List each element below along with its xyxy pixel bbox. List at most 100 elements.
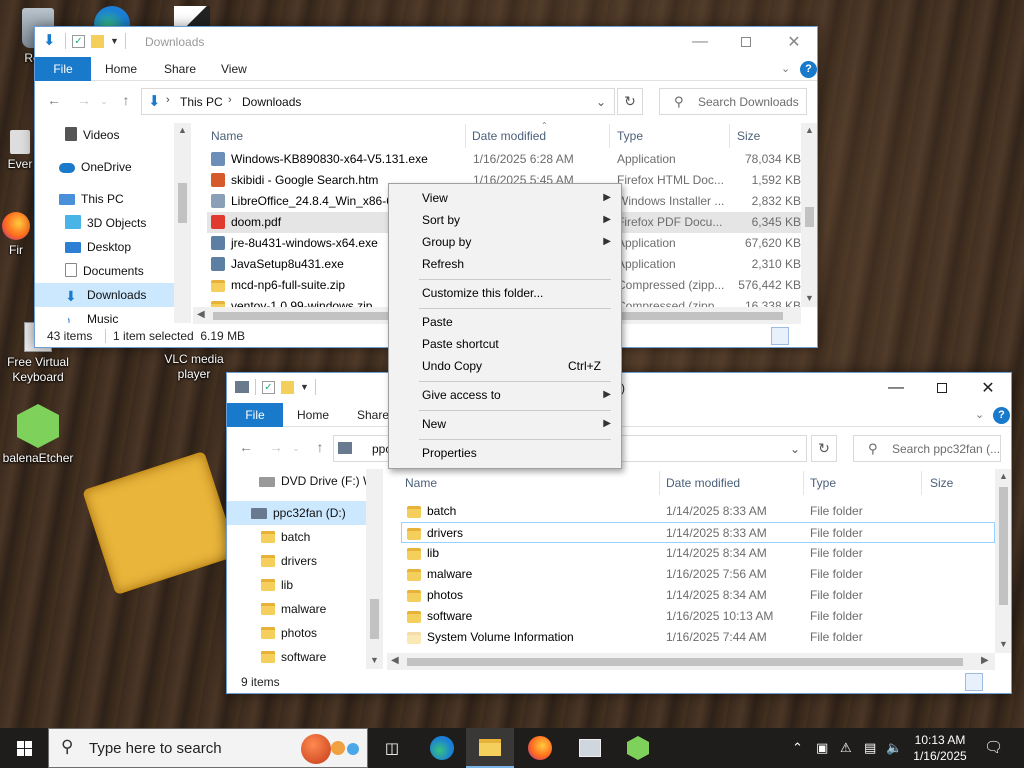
new-folder-icon[interactable]	[281, 380, 294, 394]
scroll-left-arrow-icon[interactable]: ◀	[391, 655, 399, 666]
scroll-thumb[interactable]	[407, 658, 963, 666]
nav-item-onedrive[interactable]: OneDrive	[59, 155, 132, 179]
column-header-date-modified[interactable]: Date modified	[666, 471, 740, 495]
folder-row[interactable]: lib 1/14/2025 8:34 AM File folder	[401, 543, 995, 564]
breadcrumb-separator-icon[interactable]: ›	[228, 94, 232, 106]
volume-icon[interactable]: 🔈	[886, 740, 902, 756]
desktop-icon-balenaetcher[interactable]: balenaEtcher	[0, 404, 76, 466]
new-folder-icon[interactable]	[91, 34, 104, 48]
qat-dropdown-icon[interactable]: ▼	[110, 36, 119, 46]
large-icons-view-icon[interactable]	[793, 327, 811, 345]
menu-item-paste[interactable]: Paste	[389, 311, 621, 333]
forward-arrow-icon[interactable]: →	[75, 92, 93, 108]
column-divider[interactable]	[659, 471, 660, 495]
scroll-down-arrow-icon[interactable]: ▼	[366, 655, 383, 665]
column-divider[interactable]	[465, 124, 466, 148]
forward-arrow-icon[interactable]: →	[267, 439, 285, 455]
menu-item-properties[interactable]: Properties	[389, 442, 621, 464]
details-view-icon[interactable]	[965, 673, 983, 691]
desktop-icon-vlc[interactable]: VLC media player	[156, 352, 232, 382]
breadcrumb-downloads[interactable]: Downloads	[242, 95, 301, 109]
menu-item-sort-by[interactable]: Sort by ▶	[389, 209, 621, 231]
nav-item-videos[interactable]: Videos	[65, 123, 119, 147]
close-button[interactable]: ✕	[965, 373, 1011, 403]
nav-item-photos[interactable]: photos	[261, 621, 317, 645]
refresh-button[interactable]: ↻	[617, 88, 643, 115]
help-icon[interactable]: ?	[993, 407, 1010, 424]
tab-file[interactable]: File	[35, 57, 91, 81]
nav-item-batch[interactable]: batch	[261, 525, 310, 549]
column-header-size[interactable]: Size	[737, 124, 760, 148]
tab-file[interactable]: File	[227, 403, 283, 427]
show-hidden-icons-chevron-icon[interactable]: ⌃	[792, 740, 803, 756]
file-list-vertical-scrollbar[interactable]: ▲ ▼	[995, 469, 1011, 653]
up-arrow-icon[interactable]: ↑	[311, 439, 329, 455]
maximize-button[interactable]	[723, 27, 769, 57]
taskbar-app[interactable]	[566, 728, 614, 768]
scroll-thumb[interactable]	[805, 207, 814, 227]
network-warning-icon[interactable]: ⚠	[840, 740, 852, 756]
breadcrumb-this-pc[interactable]: This PC	[180, 95, 223, 109]
search-box[interactable]: ⚲ Search Downloads	[659, 88, 807, 115]
column-header-name[interactable]: Name	[211, 124, 243, 148]
network-icon[interactable]: ▤	[864, 740, 876, 756]
recent-locations-chevron-icon[interactable]: ⌄	[287, 443, 305, 454]
scroll-left-arrow-icon[interactable]: ◀	[197, 309, 205, 320]
nav-item-software[interactable]: software	[261, 645, 326, 669]
menu-item-customize-folder[interactable]: Customize this folder...	[389, 282, 621, 304]
nav-item-ppc32fan-drive[interactable]: ppc32fan (D:)	[227, 501, 366, 525]
help-icon[interactable]: ?	[800, 61, 817, 78]
scroll-right-arrow-icon[interactable]: ▶	[981, 655, 989, 666]
ribbon-expand-chevron-icon[interactable]: ⌄	[781, 62, 790, 75]
scroll-up-arrow-icon[interactable]: ▲	[801, 125, 817, 135]
taskbar-search-box[interactable]: ⚲ Type here to search	[48, 728, 368, 768]
address-history-chevron-icon[interactable]: ⌄	[790, 442, 800, 456]
tray-app-icon[interactable]: ▣	[816, 740, 828, 756]
scroll-down-arrow-icon[interactable]: ▼	[801, 293, 817, 303]
menu-item-undo-copy[interactable]: Undo Copy Ctrl+Z	[389, 355, 621, 377]
properties-check-icon[interactable]: ✓	[72, 34, 85, 48]
nav-item-downloads[interactable]: ⬇ Downloads	[35, 283, 174, 307]
menu-item-refresh[interactable]: Refresh	[389, 253, 621, 275]
nav-item-music[interactable]: ♪ Music	[65, 307, 118, 323]
file-list-vertical-scrollbar[interactable]: ▲ ▼	[801, 123, 817, 307]
back-arrow-icon[interactable]: ←	[45, 92, 63, 108]
tab-home[interactable]: Home	[93, 57, 149, 81]
nav-item-lib[interactable]: lib	[261, 573, 293, 597]
tab-home[interactable]: Home	[285, 403, 341, 427]
refresh-button[interactable]: ↻	[811, 435, 837, 462]
qat-dropdown-icon[interactable]: ▼	[300, 382, 309, 392]
column-header-date-modified[interactable]: Date modified	[472, 124, 546, 148]
taskbar-file-explorer[interactable]	[466, 728, 514, 768]
title-bar[interactable]: ⬇ ✓ ▼ Downloads — ✕	[35, 27, 817, 57]
menu-item-view[interactable]: View ▶	[389, 187, 621, 209]
properties-check-icon[interactable]: ✓	[262, 380, 275, 394]
column-header-name[interactable]: Name	[405, 471, 437, 495]
recent-locations-chevron-icon[interactable]: ⌄	[95, 96, 113, 107]
navigation-pane-scrollbar[interactable]: ▲	[174, 123, 191, 323]
task-view-button[interactable]: ◫	[368, 728, 416, 768]
nav-item-drivers[interactable]: drivers	[261, 549, 317, 573]
column-divider[interactable]	[921, 471, 922, 495]
up-arrow-icon[interactable]: ↑	[117, 92, 135, 108]
back-arrow-icon[interactable]: ←	[237, 439, 255, 455]
menu-item-group-by[interactable]: Group by ▶	[389, 231, 621, 253]
nav-item-desktop[interactable]: Desktop	[65, 235, 131, 259]
folder-row-focused[interactable]: drivers 1/14/2025 8:33 AM File folder	[401, 522, 995, 543]
tab-share[interactable]: Share	[152, 57, 208, 81]
address-bar[interactable]: ⬇ › This PC › Downloads ⌄	[141, 88, 615, 115]
nav-item-this-pc[interactable]: This PC	[59, 187, 124, 211]
maximize-button[interactable]	[919, 373, 965, 403]
taskbar-edge[interactable]	[418, 728, 466, 768]
menu-item-give-access-to[interactable]: Give access to ▶	[389, 384, 621, 406]
scroll-down-arrow-icon[interactable]: ▼	[995, 639, 1011, 649]
menu-item-paste-shortcut[interactable]: Paste shortcut	[389, 333, 621, 355]
menu-item-new[interactable]: New ▶	[389, 413, 621, 435]
folder-row[interactable]: malware 1/16/2025 7:56 AM File folder	[401, 564, 995, 585]
nav-item-3d-objects[interactable]: 3D Objects	[65, 211, 146, 235]
details-view-icon[interactable]	[771, 327, 789, 345]
scroll-thumb[interactable]	[178, 183, 187, 223]
column-header-type[interactable]: Type	[810, 471, 836, 495]
file-list-horizontal-scrollbar[interactable]: ◀ ▶	[387, 653, 995, 670]
column-header-type[interactable]: Type	[617, 124, 643, 148]
